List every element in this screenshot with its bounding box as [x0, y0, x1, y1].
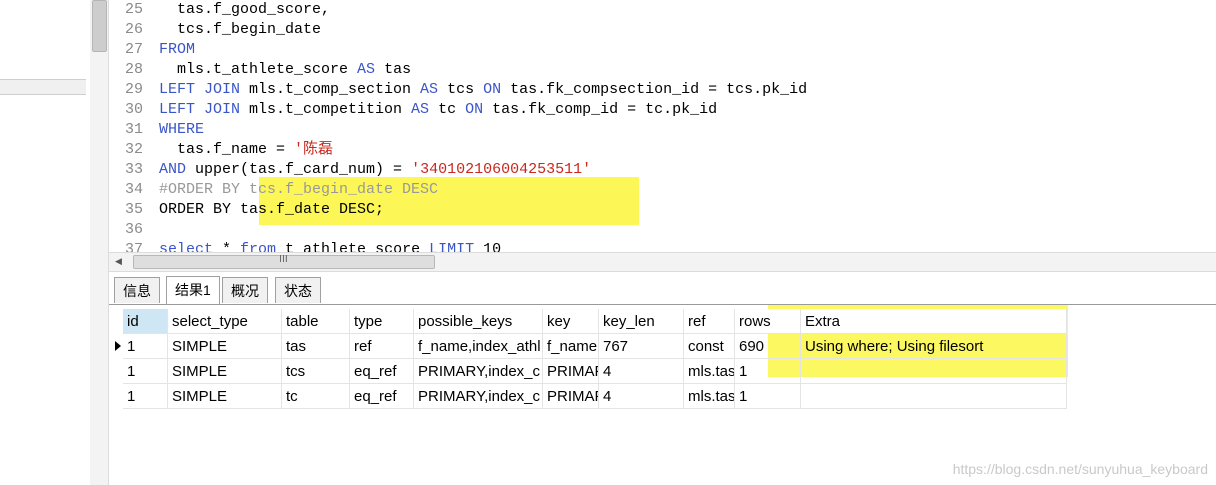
code-text: tcs.f_begin_date: [159, 21, 322, 38]
table-header-row: id select_type table type possible_keys key ke…: [109, 309, 1216, 334]
tab-result1[interactable]: 结果1: [166, 276, 220, 304]
current-row-icon: [115, 341, 121, 351]
line-number: 27: [124, 41, 143, 58]
table-cell[interactable]: 1: [123, 334, 168, 359]
column-header-possible-keys[interactable]: possible_keys: [414, 309, 543, 334]
code-text: WHERE: [159, 121, 205, 138]
code-text: #ORDER BY tcs.f_begin_date DESC: [159, 181, 439, 198]
explain-result-grid: id select_type table type possible_keys key ke…: [109, 305, 1216, 485]
table-cell[interactable]: mls.tas: [684, 384, 735, 409]
table-row[interactable]: 1 SIMPLE tas ref f_name,index_athl f_name 767 c…: [109, 334, 1216, 359]
vertical-scroll-thumb[interactable]: [92, 0, 107, 52]
scroll-left-icon[interactable]: ◀: [115, 253, 122, 271]
code-text: mls.t_athlete_score AS tas: [159, 61, 412, 78]
sql-editor[interactable]: 25 tas.f_good_score, 26 tcs.f_begin_date 2…: [109, 0, 1216, 252]
table-cell[interactable]: [801, 359, 1067, 384]
line-number: 32: [124, 141, 143, 158]
object-browser-pane: [0, 0, 91, 485]
line-number: 28: [124, 61, 143, 78]
column-header-select-type[interactable]: select_type: [168, 309, 282, 334]
line-number: 37: [124, 241, 143, 252]
line-number: 31: [124, 121, 143, 138]
table-cell[interactable]: ref: [350, 334, 414, 359]
vertical-scrollbar[interactable]: [90, 0, 109, 485]
horizontal-scrollbar[interactable]: ◀ III: [109, 252, 1216, 272]
table-cell[interactable]: 1: [735, 384, 801, 409]
table-cell[interactable]: tas: [282, 334, 350, 359]
table-cell[interactable]: 1: [735, 359, 801, 384]
table-cell[interactable]: f_name: [543, 334, 599, 359]
table-cell[interactable]: 690: [735, 334, 801, 359]
column-header-key[interactable]: key: [543, 309, 599, 334]
table-cell[interactable]: Using where; Using filesort: [801, 334, 1067, 359]
table-cell[interactable]: tc: [282, 384, 350, 409]
code-text: LEFT JOIN mls.t_competition AS tc ON tas…: [159, 101, 718, 118]
tab-overview[interactable]: 概况: [222, 277, 268, 303]
table-cell[interactable]: const: [684, 334, 735, 359]
code-text: tas.f_good_score,: [159, 1, 331, 18]
scroll-grip-icon: III: [279, 254, 288, 265]
line-number: 35: [124, 201, 143, 218]
line-number: 30: [124, 101, 143, 118]
watermark: https://blog.csdn.net/sunyuhua_keyboard: [952, 461, 1208, 477]
column-header-id[interactable]: id: [123, 309, 168, 334]
line-number: 33: [124, 161, 143, 178]
table-cell[interactable]: SIMPLE: [168, 384, 282, 409]
code-text: ORDER BY tas.f_date DESC;: [159, 201, 385, 218]
tab-status[interactable]: 状态: [275, 277, 321, 303]
column-header-type[interactable]: type: [350, 309, 414, 334]
table-cell[interactable]: 1: [123, 359, 168, 384]
table-cell[interactable]: PRIMARY,index_c: [414, 384, 543, 409]
code-text: select * from t_athlete_score LIMIT 10: [159, 241, 502, 252]
code-text: tas.f_name = '陈磊: [159, 141, 334, 158]
column-header-extra[interactable]: Extra: [801, 309, 1067, 334]
code-text: LEFT JOIN mls.t_comp_section AS tcs ON t…: [159, 81, 808, 98]
column-header-key-len[interactable]: key_len: [599, 309, 684, 334]
horizontal-scroll-thumb[interactable]: III: [133, 254, 435, 269]
tab-info[interactable]: 信息: [114, 277, 160, 303]
table-cell[interactable]: 767: [599, 334, 684, 359]
line-number: 29: [124, 81, 143, 98]
table-cell[interactable]: PRIMARY,index_c: [414, 359, 543, 384]
table-cell[interactable]: mls.tas: [684, 359, 735, 384]
column-header-rows[interactable]: rows: [735, 309, 801, 334]
line-number: 36: [124, 221, 143, 238]
line-number: 25: [124, 1, 143, 18]
table-row[interactable]: 1 SIMPLE tc eq_ref PRIMARY,index_c PRIMAF 4 mls…: [109, 384, 1216, 409]
table-cell[interactable]: 4: [599, 359, 684, 384]
column-header-table[interactable]: table: [282, 309, 350, 334]
line-number: 26: [124, 21, 143, 38]
column-header-ref[interactable]: ref: [684, 309, 735, 334]
code-text: AND upper(tas.f_card_num) = '34010210600…: [159, 161, 592, 178]
table-cell[interactable]: eq_ref: [350, 384, 414, 409]
table-cell[interactable]: 1: [123, 384, 168, 409]
object-browser-bar: [0, 79, 86, 95]
table-row[interactable]: 1 SIMPLE tcs eq_ref PRIMARY,index_c PRIMAF 4 ml…: [109, 359, 1216, 384]
line-number: 34: [124, 181, 143, 198]
result-tabs: 信息 结果1 概况 状态: [109, 272, 1216, 305]
table-cell[interactable]: SIMPLE: [168, 334, 282, 359]
table-cell[interactable]: PRIMAF: [543, 384, 599, 409]
table-cell[interactable]: [801, 384, 1067, 409]
table-cell[interactable]: eq_ref: [350, 359, 414, 384]
table-cell[interactable]: 4: [599, 384, 684, 409]
table-cell[interactable]: tcs: [282, 359, 350, 384]
code-text: FROM: [159, 41, 196, 58]
table-cell[interactable]: PRIMAF: [543, 359, 599, 384]
table-cell[interactable]: f_name,index_athl: [414, 334, 543, 359]
table-cell[interactable]: SIMPLE: [168, 359, 282, 384]
